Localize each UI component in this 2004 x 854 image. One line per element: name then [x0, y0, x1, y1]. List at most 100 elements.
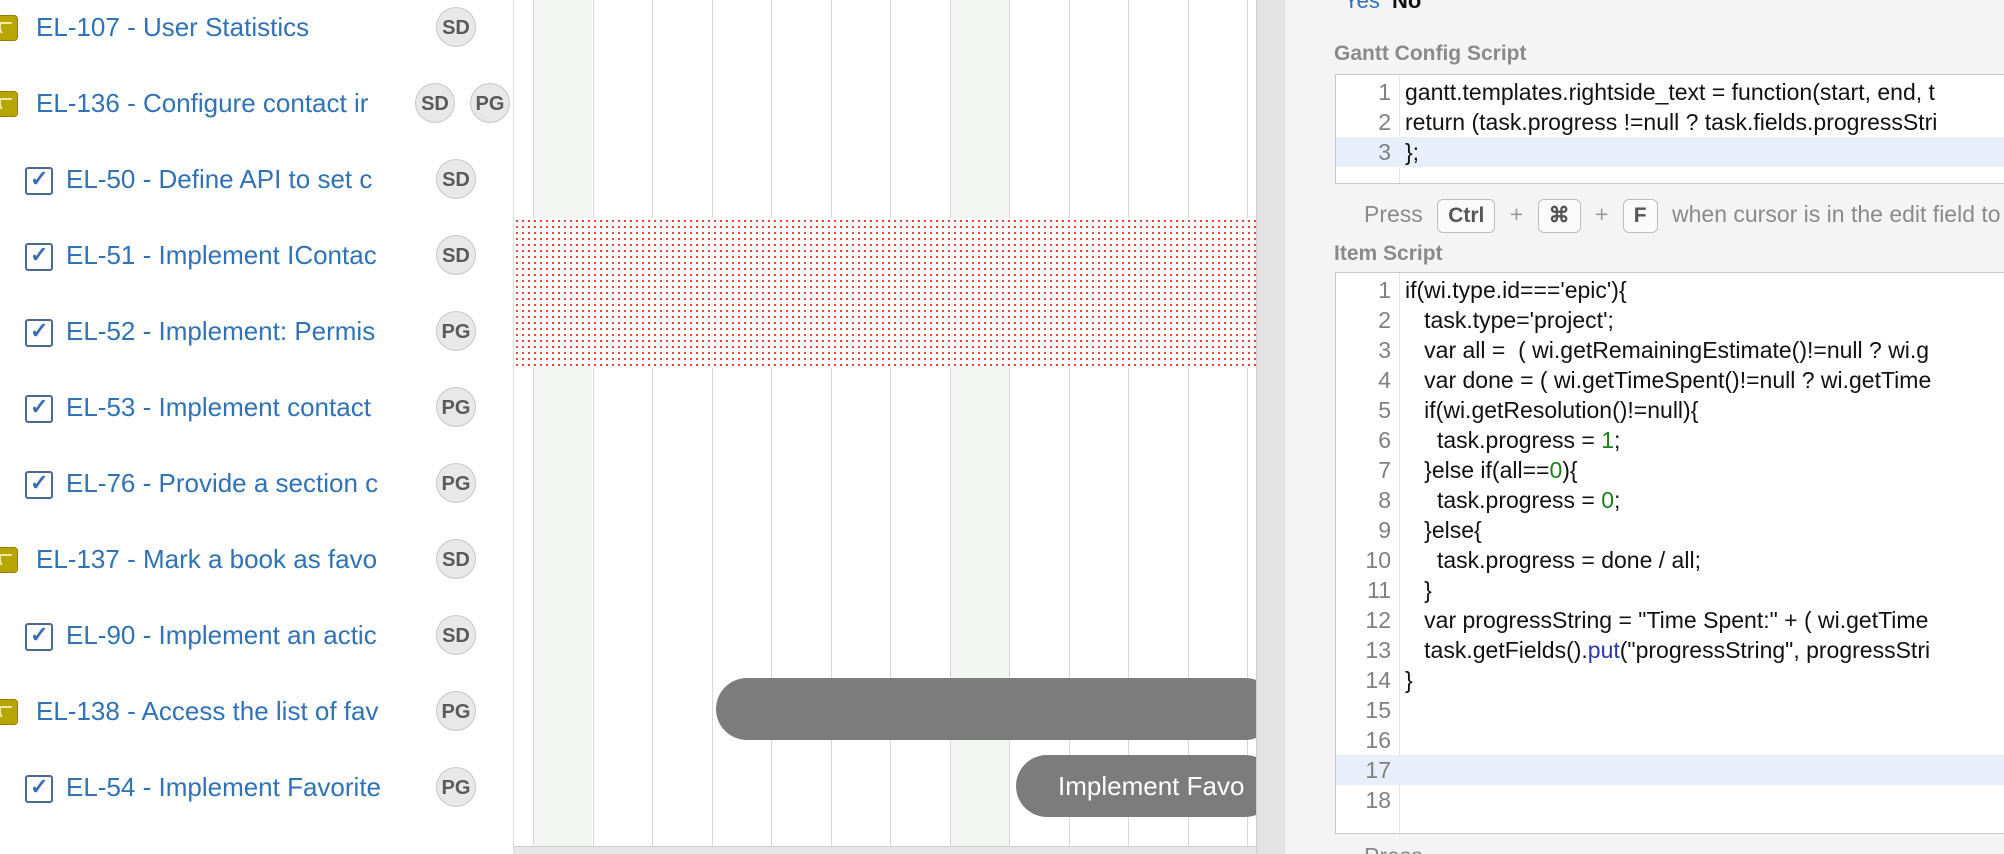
code-line: 17 [1336, 755, 2004, 785]
assignee-avatar[interactable]: PG [436, 387, 476, 427]
highlighted-range [514, 218, 1256, 368]
code-line: 3 var all = ( wi.getRemainingEstimate()!… [1336, 335, 2004, 365]
line-number: 2 [1378, 109, 1391, 135]
gantt-chart[interactable]: Implement Favo [514, 0, 1256, 854]
task-checkbox-icon [25, 622, 53, 651]
task-link[interactable]: EL-50 - Define API to set c [66, 162, 396, 196]
task-link[interactable]: EL-52 - Implement: Permis [66, 314, 396, 348]
assignee-avatar[interactable]: SD [436, 235, 476, 275]
code-line: 6 task.progress = 1; [1336, 425, 2004, 455]
line-number: 3 [1378, 337, 1391, 363]
task-link[interactable]: EL-90 - Implement an actic [66, 618, 396, 652]
task-row[interactable]: EL-137 - Mark a book as favo SD [0, 532, 513, 608]
task-row[interactable]: EL-107 - User Statistics SD [0, 0, 513, 76]
code-line: 9 }else{ [1336, 515, 2004, 545]
task-row[interactable]: EL-136 - Configure contact ir SD PG [0, 76, 513, 152]
code-line: 18 [1336, 785, 2004, 815]
task-checkbox-icon [25, 166, 53, 195]
code-text[interactable]: task.type='project'; [1405, 305, 1614, 335]
task-checkbox-icon [25, 394, 53, 423]
task-link[interactable]: EL-137 - Mark a book as favo [36, 542, 396, 576]
line-number: 12 [1365, 607, 1391, 633]
assignee-avatar[interactable]: SD [436, 615, 476, 655]
code-text[interactable]: }; [1405, 137, 1419, 167]
line-number: 14 [1365, 667, 1391, 693]
task-row[interactable]: EL-54 - Implement Favorite PG [0, 760, 513, 836]
gantt-bar-epic[interactable] [716, 678, 1256, 740]
code-line: 1 if(wi.type.id==='epic'){ [1336, 275, 2004, 305]
shortcut-hint: Press Ctrl + ⌘ + F when cursor is in the… [1364, 196, 2004, 233]
assignee-avatar[interactable]: PG [470, 83, 510, 123]
code-text[interactable]: gantt.templates.rightside_text = functio… [1405, 77, 1935, 107]
assignee-avatar[interactable]: SD [436, 7, 476, 47]
code-line: 2 task.type='project'; [1336, 305, 2004, 335]
code-text[interactable]: task.progress = 1; [1405, 425, 1620, 455]
gantt-bar-task[interactable]: Implement Favo [1016, 755, 1256, 817]
code-line: 16 [1336, 725, 2004, 755]
task-link[interactable]: EL-53 - Implement contact [66, 390, 396, 424]
code-text[interactable]: task.progress = 0; [1405, 485, 1620, 515]
assignee-avatar[interactable]: SD [436, 539, 476, 579]
code-line: 8 task.progress = 0; [1336, 485, 2004, 515]
weekend-column [533, 0, 592, 846]
line-number: 7 [1378, 457, 1391, 483]
code-text[interactable]: } [1405, 575, 1432, 605]
gantt-bar-label: Implement Favo [1058, 771, 1245, 801]
code-text[interactable]: task.progress = done / all; [1405, 545, 1701, 575]
assignee-avatar[interactable]: PG [436, 311, 476, 351]
line-number: 1 [1378, 79, 1391, 105]
code-text[interactable]: if(wi.getResolution()!=null){ [1405, 395, 1698, 425]
code-text[interactable]: }else{ [1405, 515, 1482, 545]
task-checkbox-icon [25, 470, 53, 499]
line-number: 2 [1378, 307, 1391, 333]
assignee-avatar[interactable]: PG [436, 767, 476, 807]
hint-press: Press [1364, 201, 1423, 227]
task-link[interactable]: EL-136 - Configure contact ir [36, 86, 396, 120]
line-number: 1 [1378, 277, 1391, 303]
assignee-avatar[interactable]: SD [436, 159, 476, 199]
task-row[interactable]: EL-76 - Provide a section c PG [0, 456, 513, 532]
line-number: 16 [1365, 727, 1391, 753]
hint-plus: + [1594, 201, 1609, 227]
item-script-label: Item Script [1334, 242, 1443, 265]
code-text[interactable]: task.getFields().put("progressString", p… [1405, 635, 1930, 665]
code-text[interactable]: } [1405, 665, 1413, 695]
task-row[interactable]: EL-90 - Implement an actic SD [0, 608, 513, 684]
task-link[interactable]: EL-51 - Implement IContac [66, 238, 396, 272]
task-row[interactable]: EL-52 - Implement: Permis PG [0, 304, 513, 380]
code-line: 5 if(wi.getResolution()!=null){ [1336, 395, 2004, 425]
code-text[interactable]: return (task.progress !=null ? task.fiel… [1405, 107, 1937, 137]
code-text[interactable]: if(wi.type.id==='epic'){ [1405, 275, 1627, 305]
top-field-value: No [1392, 0, 1422, 13]
code-line: 12 var progressString = "Time Spent:" + … [1336, 605, 2004, 635]
task-link[interactable]: EL-76 - Provide a section c [66, 466, 396, 500]
code-text[interactable]: var all = ( wi.getRemainingEstimate()!=n… [1405, 335, 1929, 365]
epic-icon [0, 547, 18, 573]
assignee-avatar[interactable]: PG [436, 691, 476, 731]
code-text[interactable]: }else if(all==0){ [1405, 455, 1577, 485]
gantt-config-editor[interactable]: 1 gantt.templates.rightside_text = functi… [1335, 74, 2004, 184]
task-checkbox-icon [25, 318, 53, 347]
panel-splitter[interactable] [1256, 0, 1286, 854]
task-link[interactable]: EL-54 - Implement Favorite [66, 770, 396, 804]
task-row[interactable]: EL-51 - Implement IContac SD [0, 228, 513, 304]
task-link[interactable]: EL-107 - User Statistics [36, 10, 396, 44]
line-number: 15 [1365, 697, 1391, 723]
line-number: 13 [1365, 637, 1391, 663]
task-row[interactable]: EL-50 - Define API to set c SD [0, 152, 513, 228]
assignee-avatar[interactable]: SD [415, 83, 455, 123]
code-text[interactable]: var progressString = "Time Spent:" + ( w… [1405, 605, 1928, 635]
top-field-row: Yes No [1344, 0, 1421, 14]
task-row[interactable]: EL-53 - Implement contact PG [0, 380, 513, 456]
assignee-avatar[interactable]: PG [436, 463, 476, 503]
line-number: 3 [1378, 139, 1391, 165]
task-row[interactable]: EL-138 - Access the list of fav PG [0, 684, 513, 760]
item-script-editor[interactable]: 1 if(wi.type.id==='epic'){2 task.type='pr… [1335, 272, 2004, 834]
code-line: 14} [1336, 665, 2004, 695]
task-link[interactable]: EL-138 - Access the list of fav [36, 694, 396, 728]
code-line: 3}; [1336, 137, 2004, 167]
code-line: 15 [1336, 695, 2004, 725]
gantt-scrollbar[interactable] [514, 846, 1256, 854]
code-line: 1 gantt.templates.rightside_text = functi… [1336, 77, 2004, 107]
code-text[interactable]: var done = ( wi.getTimeSpent()!=null ? w… [1405, 365, 1931, 395]
